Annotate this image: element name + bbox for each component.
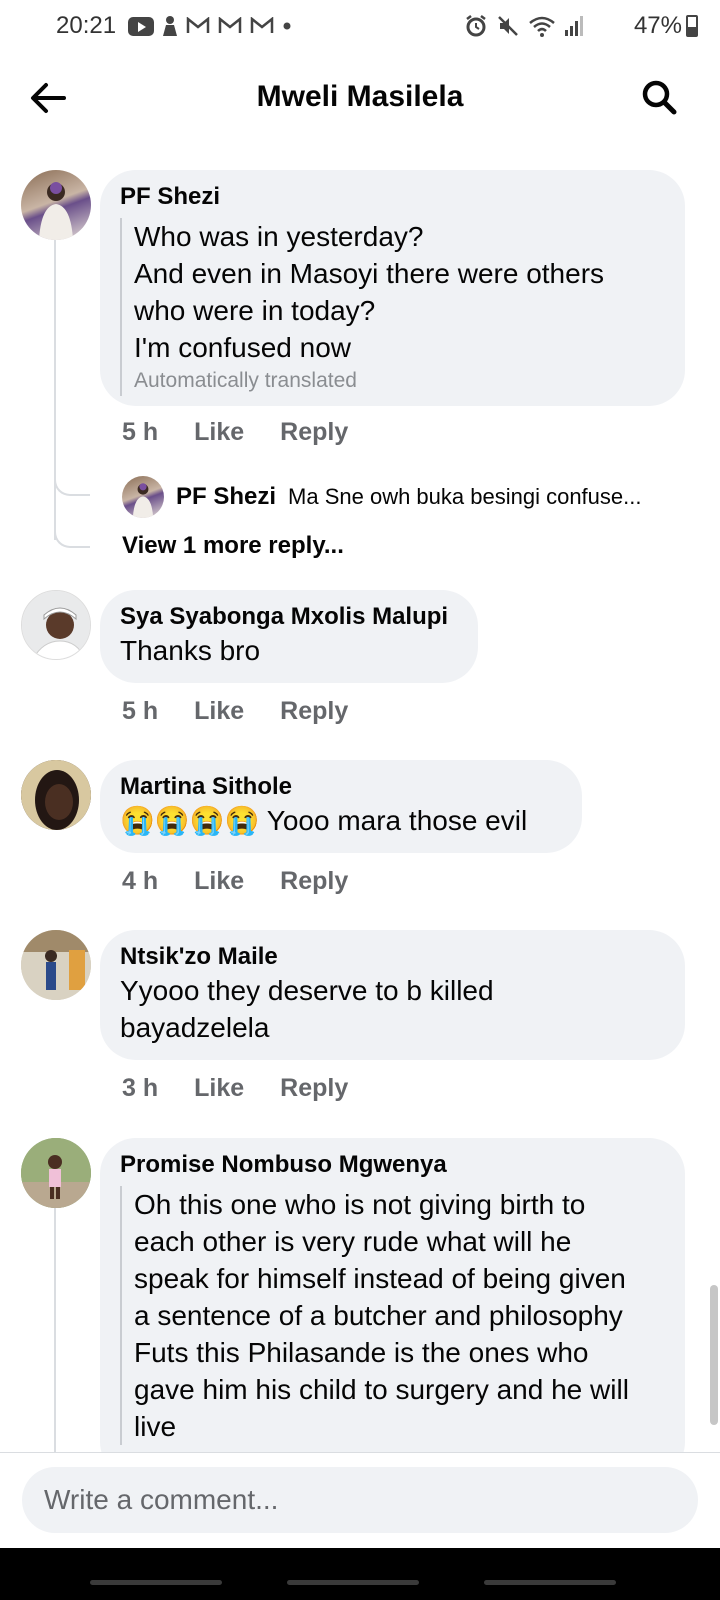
- comment-author[interactable]: Martina Sithole: [120, 772, 562, 802]
- thread-line: [54, 1208, 56, 1452]
- comment-author[interactable]: Promise Nombuso Mgwenya: [120, 1150, 665, 1180]
- comment-line: Futs this Philasande is the ones who: [134, 1337, 589, 1368]
- thread-connector: [54, 528, 90, 548]
- comment-body: Who was in yesterday? And even in Masoyi…: [120, 218, 665, 396]
- comment-composer: [0, 1452, 720, 1548]
- status-bar: 20:21 47%: [0, 0, 720, 56]
- comment-bubble: Promise Nombuso Mgwenya Oh this one who …: [100, 1138, 685, 1478]
- gmail-icon: [250, 17, 274, 33]
- comment-author[interactable]: PF Shezi: [120, 182, 665, 212]
- like-button[interactable]: Like: [194, 867, 244, 896]
- like-button[interactable]: Like: [194, 697, 244, 726]
- search-icon[interactable]: [640, 78, 678, 116]
- comment-time: 3 h: [122, 1074, 159, 1102]
- comment-text-body: Yooo mara those evil: [266, 805, 528, 836]
- scrollbar[interactable]: [710, 1285, 718, 1425]
- battery-fill: [688, 26, 696, 35]
- comment-line: each other is very rude what will he: [134, 1226, 572, 1257]
- avatar-promise-mgwenya: [21, 1138, 91, 1208]
- comment-line: And even in Masoyi there were others: [134, 258, 605, 289]
- comment-actions: 5 h Like Reply: [122, 697, 348, 726]
- avatar[interactable]: [21, 930, 91, 1000]
- comment-actions: 4 h Like Reply: [122, 867, 348, 896]
- header: Mweli Masilela: [0, 56, 720, 138]
- crying-emoji-icons: 😭😭😭😭: [120, 805, 260, 836]
- comment-line: speak for himself instead of being given: [134, 1263, 626, 1294]
- comment-author[interactable]: Sya Syabonga Mxolis Malupi: [120, 602, 458, 632]
- comment-author[interactable]: Ntsik'zo Maile: [120, 942, 665, 972]
- comment-input[interactable]: [22, 1467, 698, 1533]
- like-button[interactable]: Like: [194, 1074, 244, 1103]
- status-icons-left: [128, 12, 292, 40]
- alarm-icon: [466, 15, 486, 37]
- comment-line: Yyooo they deserve to b killed: [120, 975, 494, 1006]
- comment-line: I'm confused now: [134, 332, 352, 363]
- thread-connector: [54, 476, 90, 496]
- comment-line: gave him his child to surgery and he wil…: [134, 1374, 629, 1405]
- reply-button[interactable]: Reply: [280, 1074, 348, 1103]
- reply-author[interactable]: PF Shezi: [176, 483, 276, 511]
- mute-icon: [498, 16, 518, 36]
- status-time: 20:21: [56, 12, 117, 39]
- comment-time: 5 h: [122, 418, 159, 446]
- avatar[interactable]: [21, 1138, 91, 1208]
- battery-indicator: 47%: [634, 12, 698, 40]
- comment-line: Oh this one who is not giving birth to: [134, 1189, 586, 1220]
- nav-home-button[interactable]: [287, 1580, 419, 1585]
- dot-icon: [283, 22, 291, 30]
- translation-label[interactable]: Automatically translated: [134, 366, 665, 396]
- comment-line: live: [134, 1411, 177, 1442]
- battery-percent: 47%: [633, 12, 682, 39]
- wifi-icon: [529, 16, 555, 37]
- gmail-icon: [218, 17, 242, 33]
- view-more-replies-link[interactable]: View 1 more reply...: [122, 532, 344, 560]
- comment-line: bayadzelela: [120, 1012, 270, 1043]
- comment-actions: 5 h Like Reply: [122, 418, 348, 447]
- comment-actions: 3 h Like Reply: [122, 1074, 348, 1103]
- comment-bubble: Martina Sithole 😭😭😭😭 Yooo mara those evi…: [100, 760, 582, 853]
- avatar-pf-shezi: [39, 182, 73, 240]
- comment-line: Who was in yesterday?: [134, 221, 424, 252]
- avatar[interactable]: [21, 170, 91, 240]
- avatar-pf-shezi-small: [132, 483, 154, 518]
- like-button[interactable]: Like: [194, 418, 244, 447]
- comment-line: who were in today?: [134, 295, 376, 326]
- comment-text: 😭😭😭😭 Yooo mara those evil: [120, 802, 562, 839]
- comment-bubble: PF Shezi Who was in yesterday? And even …: [100, 170, 685, 406]
- nav-back-button[interactable]: [484, 1580, 616, 1585]
- battery-icon: [686, 15, 698, 37]
- avatar[interactable]: [21, 590, 91, 660]
- status-icons-right: [464, 12, 584, 40]
- nav-recents-button[interactable]: [90, 1580, 222, 1585]
- page-title: Mweli Masilela: [256, 80, 464, 113]
- avatar: [122, 476, 164, 518]
- reply-button[interactable]: Reply: [280, 867, 348, 896]
- person-icon: [163, 16, 177, 36]
- system-nav-bar: [0, 1548, 720, 1600]
- comment-bubble: Sya Syabonga Mxolis Malupi Thanks bro: [100, 590, 478, 683]
- gmail-icon: [186, 17, 210, 33]
- avatar-martina-sithole: [21, 760, 91, 830]
- youtube-icon: [128, 16, 154, 36]
- signal-icon: [565, 16, 583, 36]
- comment-time: 5 h: [122, 697, 159, 725]
- comment-time: 4 h: [122, 867, 159, 895]
- reply-preview[interactable]: PF Shezi Ma Sne owh buka besingi confuse…: [122, 476, 641, 518]
- thread-line: [54, 240, 56, 540]
- avatar-sya-syabonga: [22, 591, 90, 659]
- reply-button[interactable]: Reply: [280, 697, 348, 726]
- comment-text: Thanks bro: [120, 635, 261, 666]
- comment-line: a sentence of a butcher and philosophy: [134, 1300, 623, 1331]
- reply-text: Ma Sne owh buka besingi confuse...: [288, 484, 642, 509]
- avatar-ntsikzo-maile: [21, 930, 91, 1000]
- comment-bubble: Ntsik'zo Maile Yyooo they deserve to b k…: [100, 930, 685, 1060]
- reply-button[interactable]: Reply: [280, 418, 348, 447]
- avatar[interactable]: [21, 760, 91, 830]
- comment-body: Oh this one who is not giving birth to e…: [120, 1186, 665, 1445]
